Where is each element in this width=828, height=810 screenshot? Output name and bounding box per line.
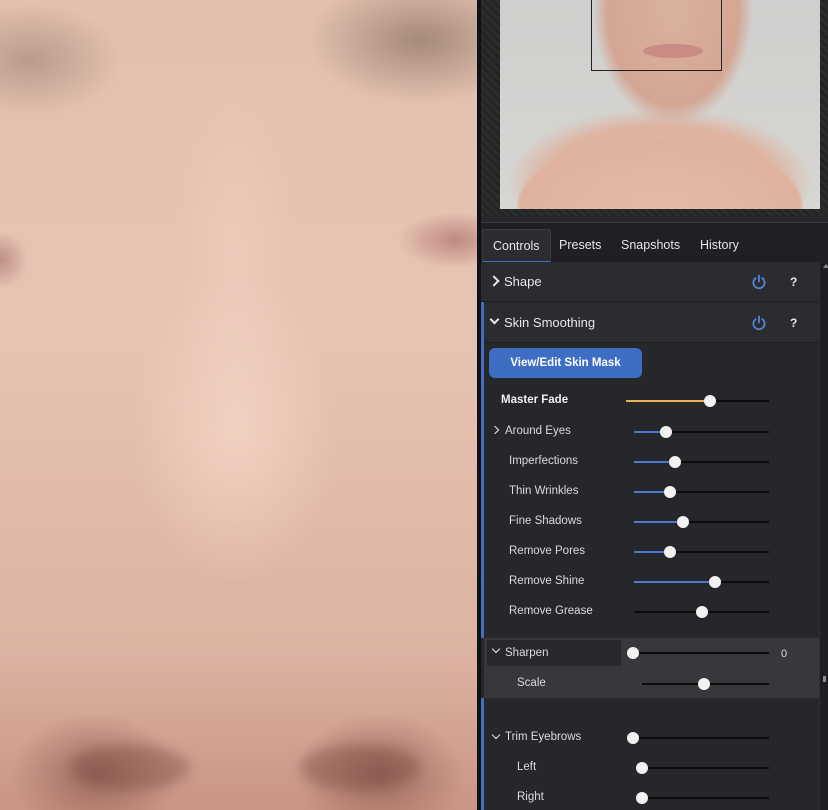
remove-pores-label: Remove Pores [509,545,586,557]
tab-history[interactable]: History [690,229,749,263]
scale-label: Scale [517,677,546,689]
slider-thumb[interactable] [709,576,721,588]
tab-snapshots[interactable]: Snapshots [611,229,690,263]
imperfections-label: Imperfections [509,455,579,467]
trim-eyebrows-label: Trim Eyebrows [505,731,582,743]
help-button[interactable]: ? [790,262,797,302]
slider-thumb[interactable] [636,792,648,804]
controls-panel: Controls Presets Snapshots History Shape… [481,216,828,810]
scale-slider[interactable] [642,678,769,690]
chevron-down-icon [489,314,500,325]
slider-thumb[interactable] [627,732,639,744]
section-shape-label: Shape [504,274,542,289]
slider-thumb[interactable] [668,456,681,468]
fine-shadows-label: Fine Shadows [509,515,582,527]
tab-controls[interactable]: Controls [482,229,551,263]
section-skin-smoothing-label: Skin Smoothing [504,315,596,330]
chevron-right-icon [488,275,500,287]
slider-thumb[interactable] [676,516,689,528]
thin-wrinkles-label: Thin Wrinkles [509,485,579,497]
slider-fill [634,521,683,523]
remove-grease-slider[interactable] [634,606,769,618]
around-eyes-slider[interactable] [634,426,769,438]
chevron-right-icon[interactable] [490,425,500,435]
image-canvas[interactable] [0,0,477,810]
scroll-up-arrow-icon[interactable] [823,264,828,268]
right-slider[interactable] [636,792,769,804]
remove-shine-slider[interactable] [634,576,769,588]
help-button[interactable]: ? [790,303,797,343]
navigator-viewport-box[interactable] [591,0,722,71]
sharpen-value: 0 [781,648,788,660]
tab-bar: Controls Presets Snapshots History [481,222,828,263]
slider-fill [634,581,715,583]
scroll-thumb[interactable] [823,676,826,682]
slider-thumb[interactable] [627,647,639,659]
navigator-panel [481,0,828,216]
sharpen-toggle[interactable]: Sharpen [487,640,621,666]
slider-thumb[interactable] [664,486,677,498]
navigator-shoulders [500,95,820,209]
section-shape-header[interactable]: Shape ? [481,262,819,302]
thin-wrinkles-slider[interactable] [634,486,769,498]
slider-thumb[interactable] [695,606,708,618]
left-slider[interactable] [636,762,769,774]
around-eyes-label: Around Eyes [505,425,571,437]
power-icon[interactable] [751,315,767,331]
nostril-shadow-left [70,745,190,790]
section-accent-bar [481,698,484,810]
master-fade-label: Master Fade [501,394,569,406]
section-accent-bar [481,302,484,638]
left-label: Left [517,761,537,773]
chevron-down-icon[interactable] [491,730,501,740]
slider-thumb[interactable] [660,426,673,438]
slider-thumb[interactable] [636,762,648,774]
scrollbar[interactable] [819,262,828,810]
section-skin-smoothing-header[interactable]: Skin Smoothing ? [484,303,819,343]
remove-shine-label: Remove Shine [509,575,585,587]
trim-eyebrows-slider[interactable] [627,732,769,744]
master-fade-slider[interactable] [626,395,769,407]
right-label: Right [517,791,544,803]
remove-grease-label: Remove Grease [509,605,593,617]
navigator-thumbnail[interactable] [500,0,820,209]
fine-shadows-slider[interactable] [634,516,769,528]
sharpen-slider[interactable] [627,647,769,659]
sharpen-label: Sharpen [505,647,549,659]
slider-fill [626,400,711,402]
power-icon[interactable] [751,274,767,290]
nostril-shadow-right [300,745,420,790]
remove-pores-slider[interactable] [634,546,769,558]
slider-thumb[interactable] [704,395,717,407]
imperfections-slider[interactable] [634,456,769,468]
chevron-down-icon [491,644,501,654]
tab-presets[interactable]: Presets [549,229,611,263]
slider-thumb[interactable] [664,546,677,558]
view-edit-skin-mask-button[interactable]: View/Edit Skin Mask [489,348,642,378]
